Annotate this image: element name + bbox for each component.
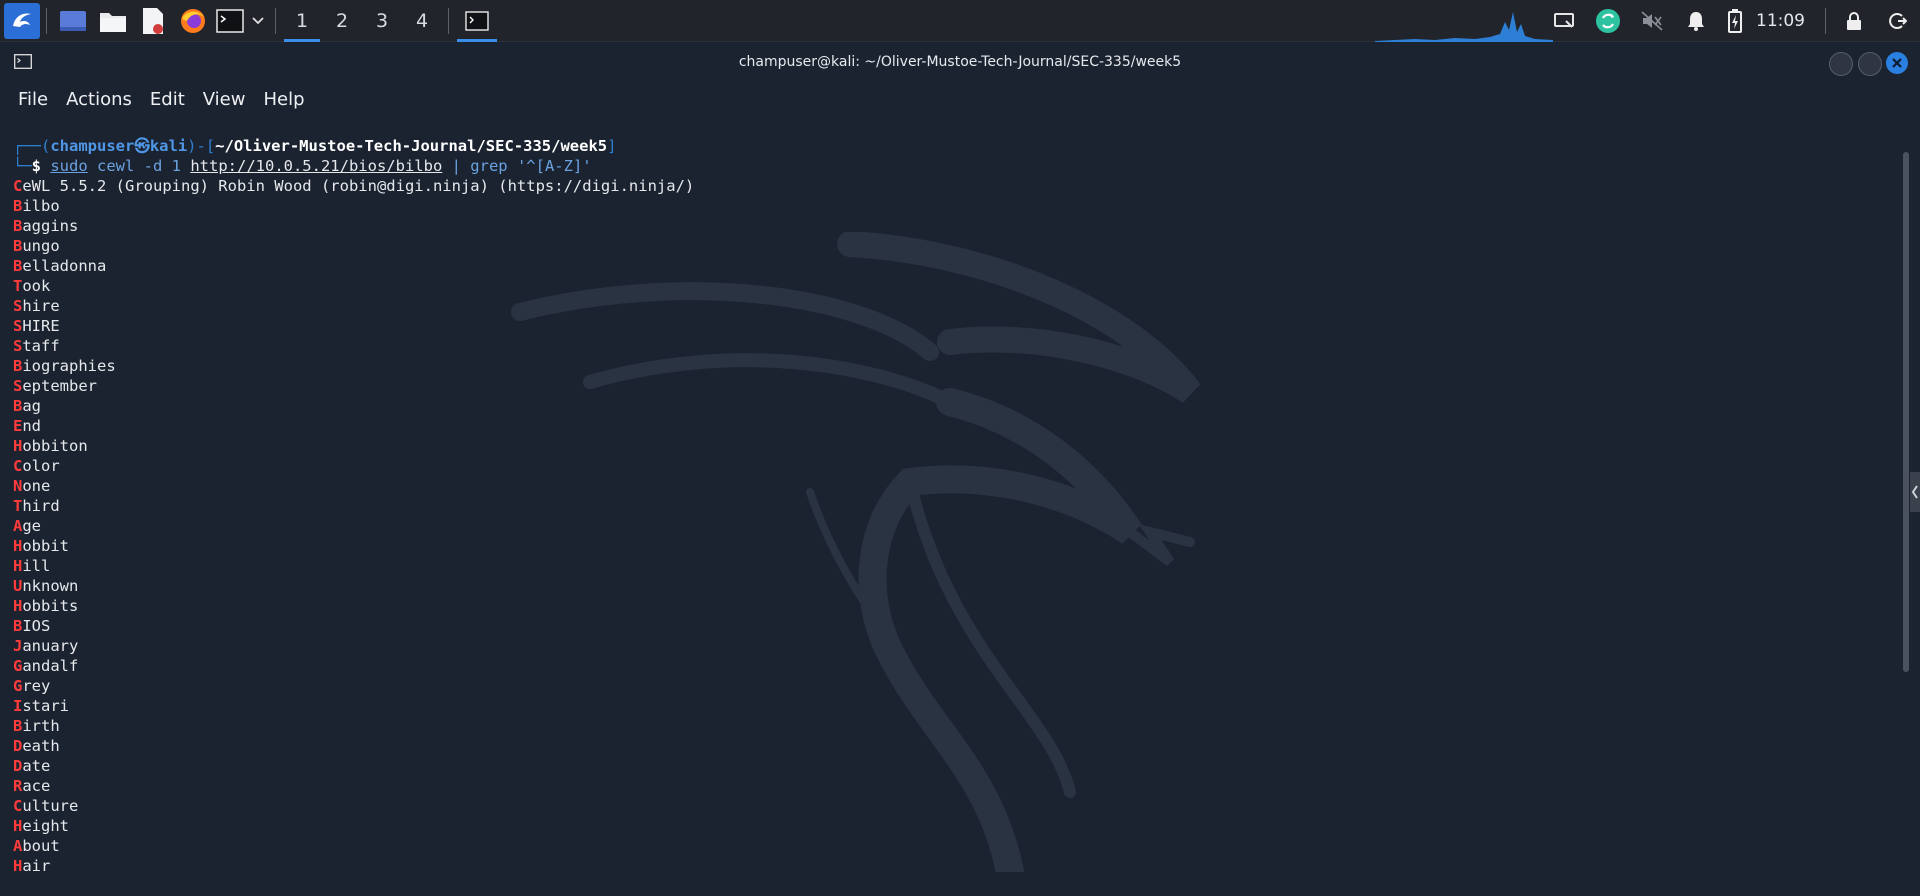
menu-edit[interactable]: Edit — [141, 89, 194, 110]
output-word: Staff — [13, 337, 60, 355]
output-word: January — [13, 637, 79, 655]
terminal-launcher-dropdown[interactable] — [247, 0, 269, 42]
output-word: Hair — [13, 857, 51, 875]
terminal-launcher-button[interactable] — [213, 0, 247, 42]
output-word: Hill — [13, 557, 51, 575]
lock-screen-button[interactable] — [1832, 0, 1876, 42]
output-word: Height — [13, 817, 70, 835]
output-word: Grey — [13, 677, 51, 695]
output-word: Unknown — [13, 577, 79, 595]
panel-separator — [448, 7, 449, 34]
panel-separator — [275, 7, 276, 34]
system-tray: 11:09 — [1542, 0, 1920, 42]
menu-bar: File Actions Edit View Help — [0, 84, 314, 114]
side-panel-handle[interactable] — [1908, 472, 1920, 512]
menu-view[interactable]: View — [194, 89, 255, 110]
maximize-button[interactable] — [1858, 52, 1882, 76]
firefox-button[interactable] — [173, 0, 213, 42]
close-icon — [1892, 58, 1902, 68]
word-list: Bilbo Baggins Bungo Belladonna Took Shir… — [13, 197, 116, 875]
window-titlebar[interactable]: champuser@kali: ~/Oliver-Mustoe-Tech-Jou… — [0, 42, 1920, 84]
panel-separator — [1825, 8, 1826, 34]
workspace-1[interactable]: 1 — [282, 0, 322, 42]
volume-muted-icon — [1641, 11, 1663, 31]
output-word: Bilbo — [13, 197, 60, 215]
output-word: Age — [13, 517, 42, 535]
battery-charging-icon — [1728, 9, 1742, 33]
output-word: Birth — [13, 717, 60, 735]
output-word: Biographies — [13, 357, 116, 375]
output-word: Bungo — [13, 237, 60, 255]
window-title: champuser@kali: ~/Oliver-Mustoe-Tech-Jou… — [738, 54, 1182, 70]
cewl-banner: CeWL 5.5.2 (Grouping) Robin Wood (robin@… — [13, 177, 695, 195]
folder-icon — [100, 12, 126, 32]
output-word: Belladonna — [13, 257, 107, 275]
network-activity-graph — [1375, 12, 1553, 42]
output-word: Third — [13, 497, 60, 515]
output-word: Istari — [13, 697, 70, 715]
menu-help[interactable]: Help — [254, 89, 313, 110]
notifications-button[interactable] — [1674, 0, 1718, 42]
panel-clock[interactable]: 11:09 — [1752, 11, 1819, 31]
workspace-3[interactable]: 3 — [362, 0, 402, 42]
output-word: BIOS — [13, 617, 51, 635]
display-icon — [1554, 13, 1574, 28]
output-word: Bag — [13, 397, 42, 415]
bell-icon — [1688, 12, 1704, 31]
power-manager-button[interactable] — [1718, 0, 1752, 42]
prompt-cwd: ~/Oliver-Mustoe-Tech-Journal/SEC-335/wee… — [215, 137, 608, 155]
display-settings-button[interactable] — [1542, 0, 1586, 42]
output-word: Culture — [13, 797, 79, 815]
output-word: Race — [13, 777, 51, 795]
prompt-line-1: ┌──(champuser㉿kali)-[~/Oliver-Mustoe-Tec… — [13, 137, 617, 155]
output-word: SHIRE — [13, 317, 60, 335]
update-icon — [1596, 9, 1620, 33]
volume-button[interactable] — [1630, 0, 1674, 42]
terminal-scrollbar[interactable] — [1903, 152, 1909, 672]
file-manager-button[interactable] — [93, 0, 133, 42]
output-word: About — [13, 837, 60, 855]
minimize-button[interactable] — [1829, 52, 1853, 76]
update-notifier-button[interactable] — [1586, 0, 1630, 42]
top-panel: 1 2 3 4 11:09 — [0, 0, 1920, 42]
logout-icon — [1889, 13, 1907, 29]
output-word: Shire — [13, 297, 60, 315]
output-word: Date — [13, 757, 51, 775]
menu-file[interactable]: File — [0, 89, 57, 110]
show-desktop-button[interactable] — [53, 0, 93, 42]
close-button[interactable] — [1886, 52, 1908, 74]
output-word: Gandalf — [13, 657, 79, 675]
command-line: └─$ sudo cewl -d 1 http://10.0.5.21/bios… — [13, 157, 592, 175]
menu-actions[interactable]: Actions — [57, 89, 141, 110]
logout-button[interactable] — [1876, 0, 1920, 42]
output-word: Hobbit — [13, 537, 70, 555]
output-word: Took — [13, 277, 51, 295]
output-word: September — [13, 377, 97, 395]
panel-separator — [46, 7, 47, 34]
terminal-output[interactable]: ┌──(champuser㉿kali)-[~/Oliver-Mustoe-Tec… — [13, 136, 694, 876]
terminal-icon — [216, 8, 244, 33]
text-editor-icon — [143, 7, 163, 34]
terminal-icon — [465, 10, 489, 31]
output-word: Hobbiton — [13, 437, 88, 455]
kali-menu-button[interactable] — [0, 0, 40, 42]
output-word: End — [13, 417, 42, 435]
output-word: Baggins — [13, 217, 79, 235]
output-word: Death — [13, 737, 60, 755]
output-word: Color — [13, 457, 60, 475]
taskbar-terminal-window[interactable] — [455, 0, 499, 42]
workspace-2[interactable]: 2 — [322, 0, 362, 42]
firefox-icon — [181, 8, 205, 33]
kali-dragon-icon — [4, 2, 40, 39]
output-word: None — [13, 477, 51, 495]
chevron-down-icon — [252, 16, 264, 24]
desktop-icon — [60, 10, 86, 31]
lock-icon — [1847, 12, 1861, 30]
text-editor-button[interactable] — [133, 0, 173, 42]
output-word: Hobbits — [13, 597, 79, 615]
workspace-4[interactable]: 4 — [402, 0, 442, 42]
